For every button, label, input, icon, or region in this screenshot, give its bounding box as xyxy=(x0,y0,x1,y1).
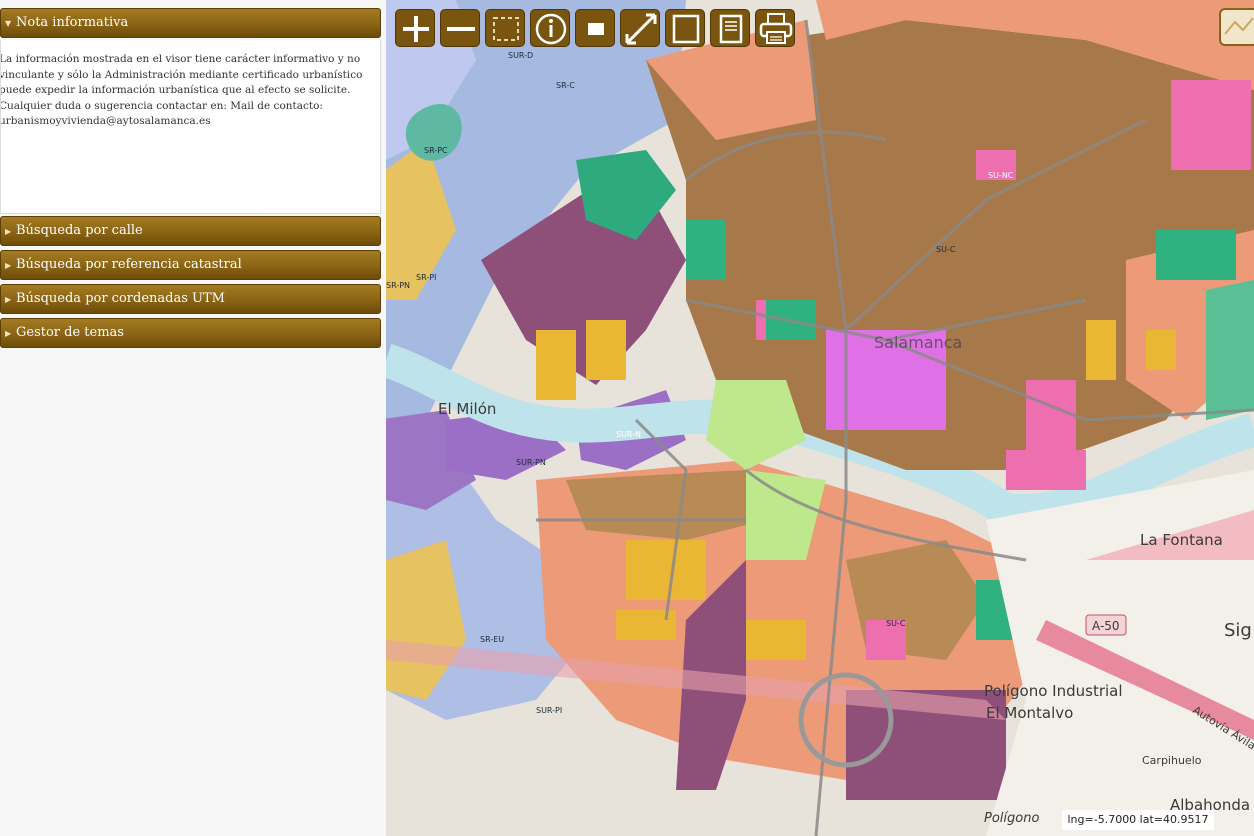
measure-button[interactable] xyxy=(620,9,660,47)
place-label-salamanca: Salamanca xyxy=(874,333,962,352)
place-label-carpihuelo: Carpihuelo xyxy=(1142,754,1202,767)
layers-button[interactable] xyxy=(1219,8,1254,46)
zoom-out-icon xyxy=(447,27,475,31)
section-label: Búsqueda por cordenadas UTM xyxy=(16,291,225,306)
place-label-la-fontana: La Fontana xyxy=(1140,531,1223,549)
zoom-in-icon xyxy=(403,16,429,42)
print-icon xyxy=(759,13,793,44)
triangle-right-icon: ▶ xyxy=(5,227,12,236)
nota-title: Nota informativa xyxy=(16,15,129,30)
zone-label: SU-C xyxy=(936,245,956,254)
accordion-gestor-temas[interactable]: ▶ Gestor de temas xyxy=(0,318,381,348)
select-button[interactable] xyxy=(575,9,615,47)
zone-label: SR-C xyxy=(556,81,575,90)
nota-text: La información mostrada en el visor tien… xyxy=(0,53,363,127)
place-label-el-milon: El Milón xyxy=(438,400,496,418)
info-button[interactable] xyxy=(530,9,570,47)
zone-label: SUR-N xyxy=(616,430,641,439)
extent-button[interactable] xyxy=(665,9,705,47)
zone-label: SR-PN xyxy=(386,281,410,290)
nota-body: La información mostrada en el visor tien… xyxy=(0,40,381,214)
print-button[interactable] xyxy=(755,9,795,47)
zone-label: SU-NC xyxy=(988,171,1014,180)
place-label-el-montalvo: El Montalvo xyxy=(986,704,1073,722)
zoom-in-button[interactable] xyxy=(395,9,435,47)
zone-label: SUR-PI xyxy=(536,706,562,715)
section-label: Gestor de temas xyxy=(16,325,124,340)
section-label: Búsqueda por calle xyxy=(16,223,143,238)
zone-label: SUR-D xyxy=(508,51,533,60)
place-label-poligono-industrial: Polígono Industrial xyxy=(984,682,1123,700)
zone-label: SR-PI xyxy=(416,273,436,282)
accordion-busqueda-calle[interactable]: ▶ Búsqueda por calle xyxy=(0,216,381,246)
triangle-right-icon: ▶ xyxy=(5,329,12,338)
triangle-down-icon: ▼ xyxy=(5,19,12,28)
document-icon xyxy=(719,14,743,44)
zoom-box-button[interactable] xyxy=(485,9,525,47)
document-button[interactable] xyxy=(710,9,750,47)
measure-icon xyxy=(625,13,657,45)
road-label-a50: A-50 xyxy=(1092,619,1120,633)
triangle-right-icon: ▶ xyxy=(5,261,12,270)
accordion-busqueda-utm[interactable]: ▶ Búsqueda por cordenadas UTM xyxy=(0,284,381,314)
zone-label: SR-EU xyxy=(480,635,504,644)
zoning-map[interactable]: SUR-D SR-C SR-PC SR-PI SR-PN SR-EU SUR-N… xyxy=(386,0,1254,836)
zone-label: SUR-PN xyxy=(516,458,546,467)
map-viewer[interactable]: SUR-D SR-C SR-PC SR-PI SR-PN SR-EU SUR-N… xyxy=(386,0,1254,836)
layers-icon xyxy=(1224,17,1254,35)
info-icon xyxy=(535,13,567,45)
zone-label: SU-C xyxy=(886,619,906,628)
accordion-nota-informativa[interactable]: ▼ Nota informativa xyxy=(0,8,381,38)
zoom-out-button[interactable] xyxy=(440,9,480,47)
zone-label: SR-PC xyxy=(424,146,448,155)
accordion-busqueda-referencia-catastral[interactable]: ▶ Búsqueda por referencia catastral xyxy=(0,250,381,280)
triangle-right-icon: ▶ xyxy=(5,295,12,304)
select-icon xyxy=(588,23,604,35)
section-label: Búsqueda por referencia catastral xyxy=(16,257,242,272)
zoom-box-icon xyxy=(493,17,519,41)
coordinates-readout: lng=-5.7000 lat=40.9517 xyxy=(1062,810,1214,830)
place-label-sig: Sig xyxy=(1224,620,1252,641)
extent-icon xyxy=(672,14,700,44)
place-label-poligono: Polígono xyxy=(984,811,1039,826)
left-panel: ▼ Nota informativa La información mostrad… xyxy=(0,0,386,836)
